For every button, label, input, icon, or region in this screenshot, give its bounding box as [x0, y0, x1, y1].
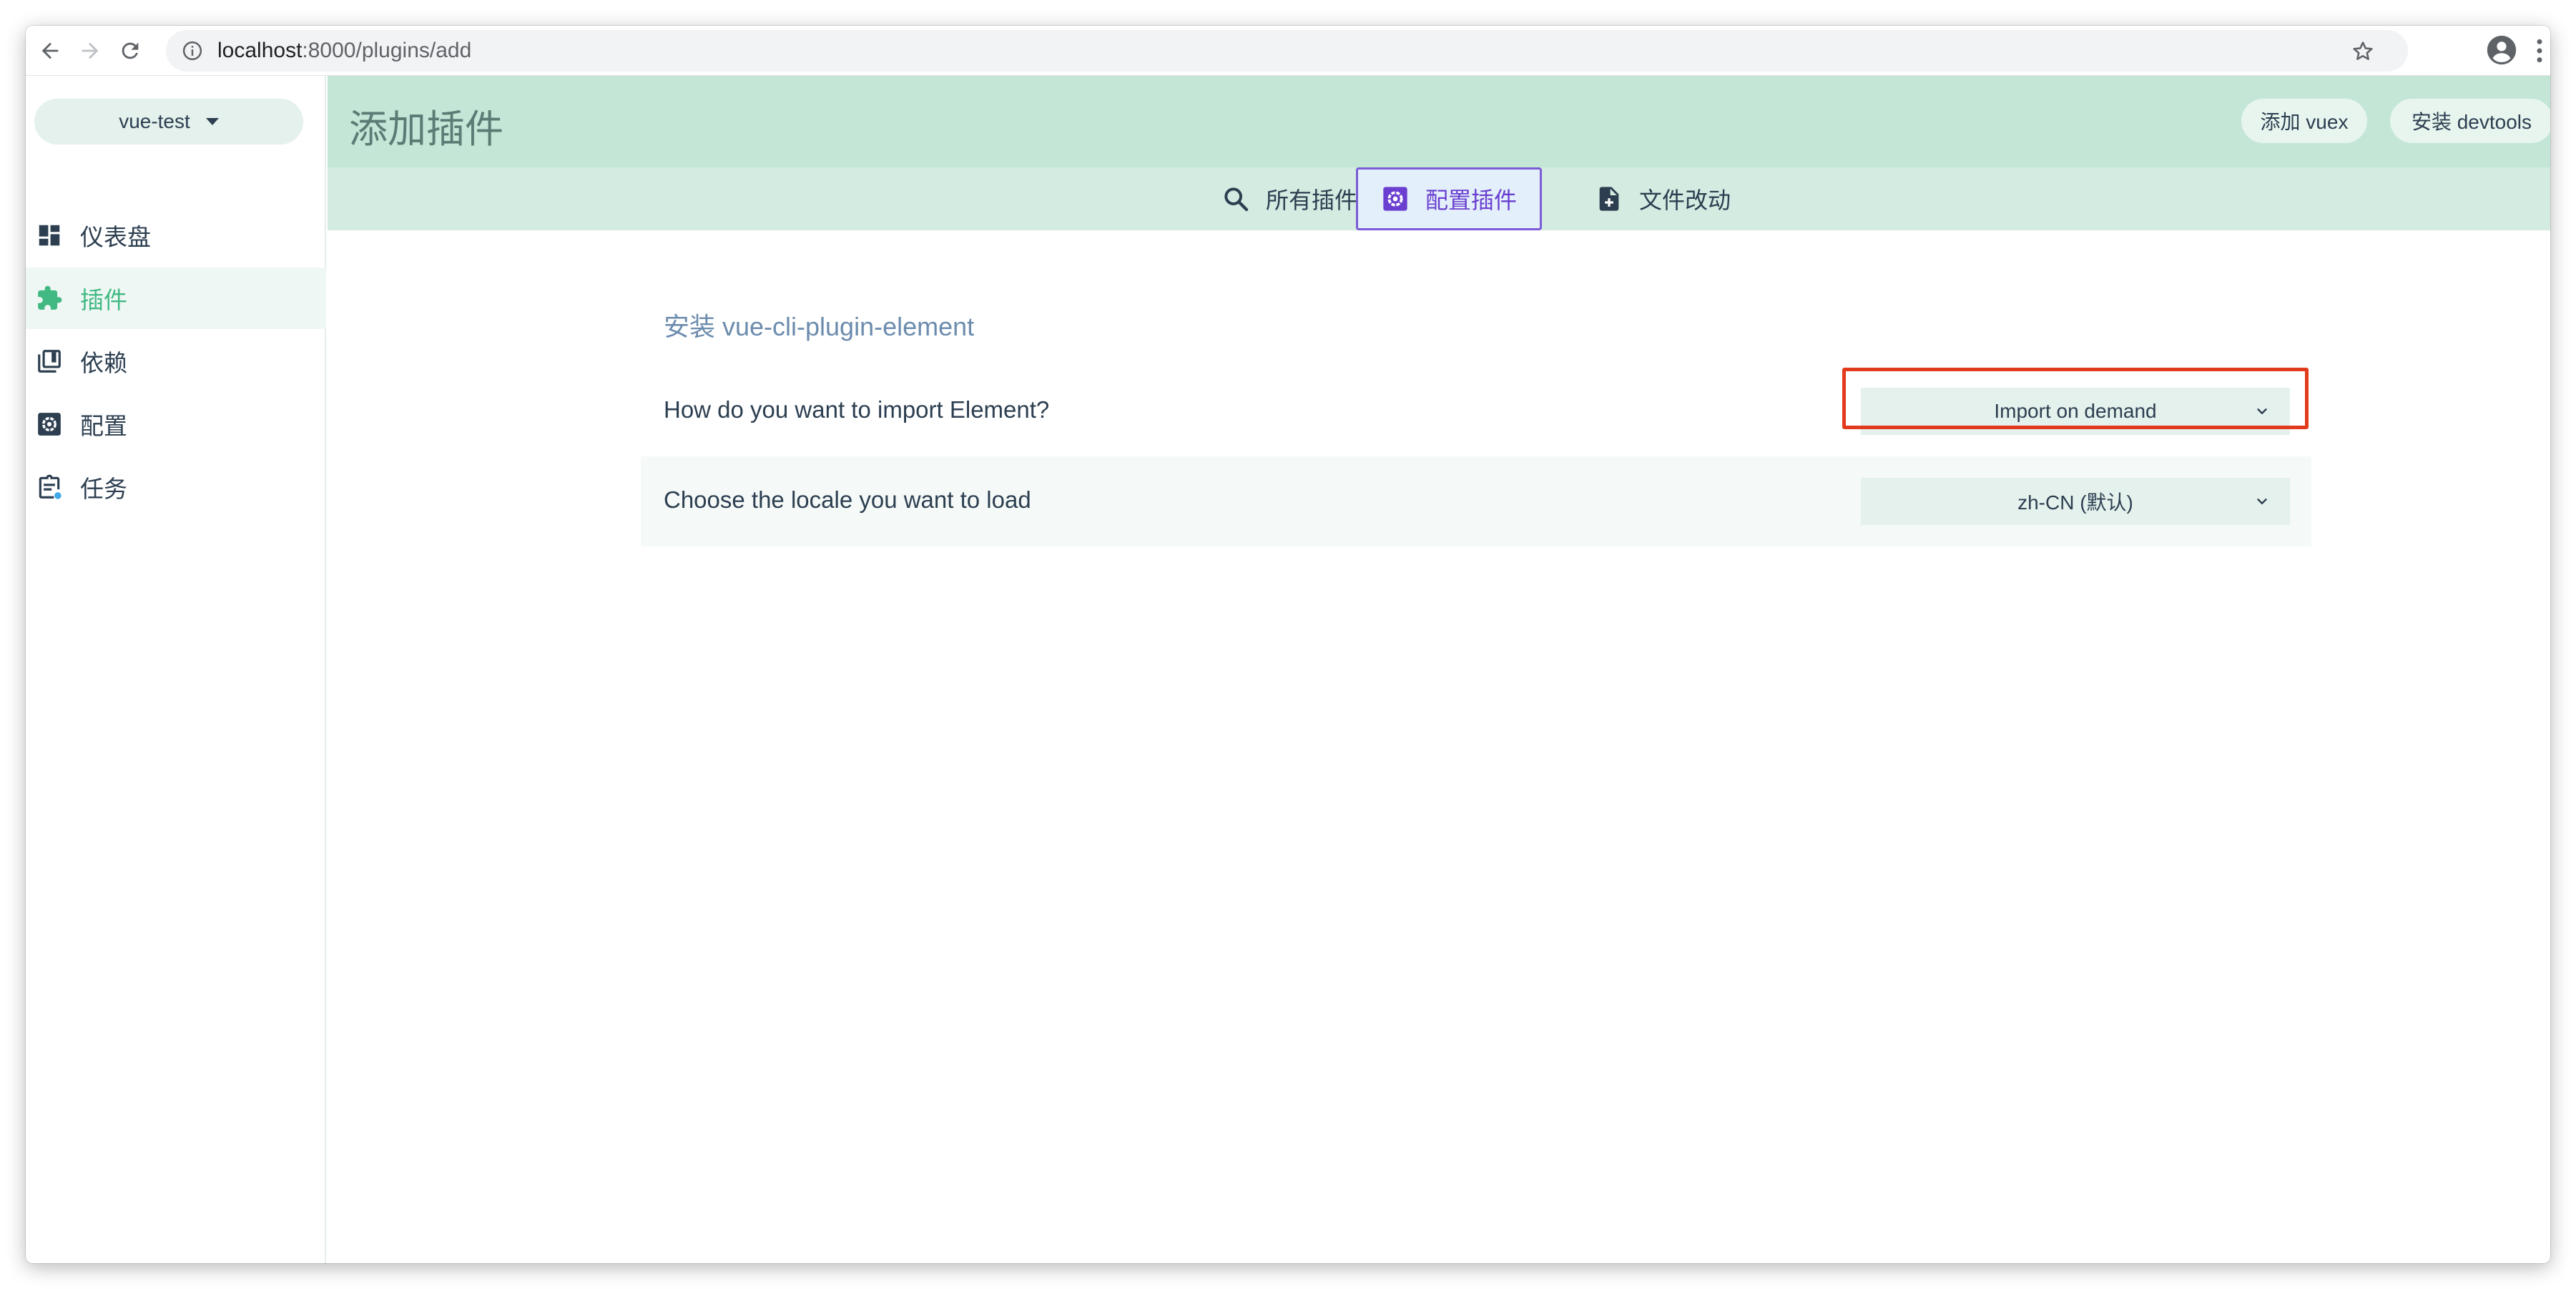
tab-file-changes[interactable]: 文件改动 [1595, 167, 1731, 230]
puzzle-icon [38, 285, 62, 310]
browser-window: localhost:8000/plugins/add vue-test 仪表盘 … [26, 26, 2550, 1263]
tab-configure-plugin[interactable]: 配置插件 [1356, 167, 1543, 230]
sidebar-item-label: 插件 [80, 287, 127, 313]
sidebar-item-dashboard[interactable]: 仪表盘 [26, 205, 326, 266]
sidebar-item-label: 配置 [80, 413, 127, 439]
chevron-down-icon [2257, 408, 2267, 414]
project-name: vue-test [119, 110, 190, 132]
sidebar: vue-test 仪表盘 插件 依赖 配置 任务 [26, 76, 326, 1263]
url-host: localhost [217, 39, 303, 62]
install-devtools-button[interactable]: 安装 devtools [2390, 99, 2550, 143]
prompt-row-import: How do you want to import Element? Impor… [641, 366, 2311, 456]
add-vuex-button[interactable]: 添加 vuex [2241, 99, 2367, 143]
sidebar-item-tasks[interactable]: 任务 [26, 456, 326, 518]
caret-down-icon [205, 118, 219, 125]
more-vert-icon[interactable] [2535, 37, 2545, 64]
import-mode-select[interactable]: Import on demand [1861, 388, 2290, 435]
settings-box-icon [1383, 187, 1407, 211]
back-button[interactable] [30, 31, 70, 71]
address-bar[interactable]: localhost:8000/plugins/add [166, 30, 2408, 72]
info-icon[interactable] [182, 40, 203, 62]
sidebar-item-dependencies[interactable]: 依赖 [26, 330, 326, 392]
arrow-left-icon [41, 42, 59, 59]
arrow-right-icon [82, 42, 99, 59]
prompt-label: Choose the locale you want to load [664, 486, 1031, 513]
settings-box-icon [38, 413, 61, 436]
locale-select[interactable]: zh-CN (默认) [1861, 478, 2290, 525]
sidebar-item-label: 任务 [80, 476, 127, 502]
library-books-icon [38, 350, 61, 373]
search-icon [1224, 187, 1249, 212]
tab-label: 配置插件 [1425, 187, 1518, 213]
reload-icon [122, 42, 139, 59]
select-value: Import on demand [1994, 400, 2157, 422]
url-text: localhost:8000/plugins/add [217, 39, 471, 63]
url-path: :8000/plugins/add [302, 39, 472, 62]
tab-label: 文件改动 [1639, 187, 1731, 213]
sidebar-item-configuration[interactable]: 配置 [26, 393, 326, 455]
file-plus-icon [1599, 187, 1619, 211]
dashboard-icon [39, 225, 60, 246]
tab-bar: 所有插件 配置插件 文件改动 [328, 167, 2550, 230]
sidebar-item-label: 仪表盘 [80, 224, 151, 250]
select-value: zh-CN (默认) [2017, 491, 2133, 514]
page-header: 添加插件 添加 vuex 安装 devtools [328, 76, 2550, 167]
chevron-down-icon [2257, 499, 2267, 504]
tab-label: 所有插件 [1266, 187, 1358, 213]
forward-button[interactable] [70, 31, 110, 71]
star-icon[interactable] [2351, 39, 2375, 64]
profile-icon[interactable] [2486, 34, 2517, 66]
section-title: 安装 vue-cli-plugin-element [664, 312, 975, 341]
sidebar-item-label: 依赖 [80, 350, 127, 376]
tab-all-plugins[interactable]: 所有插件 [1221, 167, 1357, 230]
project-selector[interactable]: vue-test [34, 99, 303, 144]
prompt-label: How do you want to import Element? [664, 396, 1050, 423]
prompt-row-locale: Choose the locale you want to load zh-CN… [641, 456, 2311, 547]
page-title: 添加插件 [349, 108, 503, 151]
clipboard-icon [39, 474, 62, 499]
reload-button[interactable] [110, 31, 150, 71]
sidebar-item-plugins[interactable]: 插件 [26, 268, 326, 329]
browser-toolbar: localhost:8000/plugins/add [26, 26, 2550, 76]
main-content: 添加插件 添加 vuex 安装 devtools 所有插件 配置插件 文件改动 … [328, 76, 2550, 1263]
